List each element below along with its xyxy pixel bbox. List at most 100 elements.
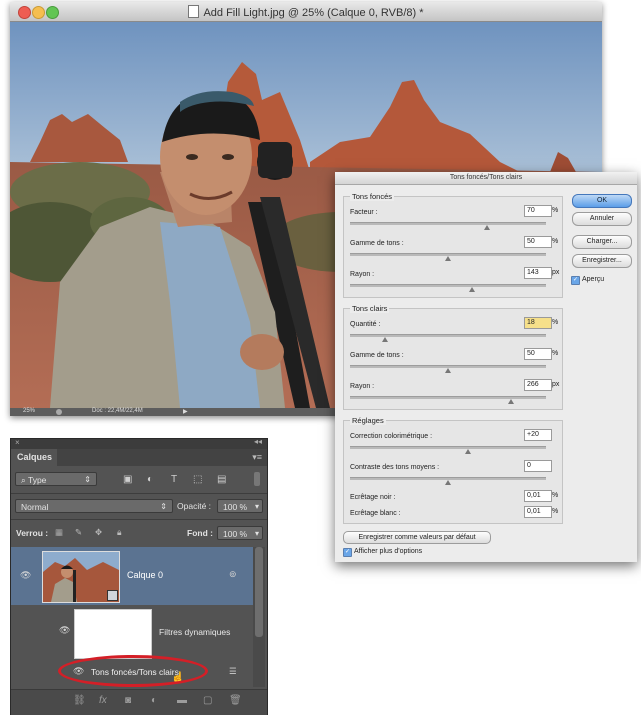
- preview-label: Aperçu: [582, 276, 605, 283]
- close-panel-icon[interactable]: ×: [15, 438, 20, 447]
- shadows-group: Tons foncés Facteur : 70 % Gamme de tons…: [343, 192, 563, 298]
- black-clip-label: Ecrêtage noir :: [350, 494, 396, 501]
- layers-scrollbar[interactable]: [253, 547, 265, 687]
- shadows-radius-slider[interactable]: [350, 284, 546, 287]
- layer-thumbnail: [42, 551, 120, 603]
- layer-style-fx-icon[interactable]: fx: [99, 695, 107, 706]
- type-layer-filter-icon[interactable]: T: [171, 474, 177, 485]
- highlights-radius-label: Rayon :: [350, 383, 375, 390]
- shadows-radius-field[interactable]: 143: [524, 267, 552, 279]
- chevron-down-icon[interactable]: ▾: [255, 527, 259, 541]
- annotation-oval: [58, 655, 208, 687]
- shadows-radius-slider-thumb[interactable]: [468, 287, 475, 292]
- new-group-folder-icon[interactable]: ▬: [177, 695, 187, 706]
- adjustments-group-title: Réglages: [350, 416, 386, 425]
- smart-filters-row[interactable]: 👁︎ Filtres dynamiques: [11, 605, 253, 661]
- zoom-readout[interactable]: 25%: [23, 408, 35, 414]
- cancel-button[interactable]: Annuler: [572, 212, 632, 226]
- black-clip-row: Ecrêtage noir : 0,01 %: [348, 488, 558, 504]
- smart-object-filter-icon[interactable]: ▤: [217, 474, 226, 485]
- highlights-radius-slider[interactable]: [350, 396, 546, 399]
- filter-toggle-switch[interactable]: [254, 472, 260, 486]
- adjustment-layer-filter-icon[interactable]: ◐: [147, 474, 153, 485]
- adjustment-layer-icon[interactable]: ◐: [151, 695, 157, 706]
- highlights-amount-slider[interactable]: [350, 334, 546, 337]
- blending-options-icon[interactable]: ☰: [229, 666, 237, 677]
- dialog-title: Tons foncés/Tons clairs: [335, 172, 637, 185]
- layer-row-calque-0[interactable]: 👁︎ Calque 0 ⊚: [11, 547, 253, 605]
- fill-field[interactable]: 100 % ▾: [217, 526, 263, 540]
- link-layers-icon[interactable]: ⛓: [73, 695, 86, 706]
- color-correction-slider[interactable]: [350, 446, 546, 449]
- new-layer-icon[interactable]: ▢: [203, 695, 212, 706]
- save-defaults-button[interactable]: Enregistrer comme valeurs par défaut: [343, 531, 491, 544]
- highlights-group-title: Tons clairs: [350, 304, 390, 313]
- save-button[interactable]: Enregistrer...: [572, 254, 632, 268]
- highlights-tonal-unit: %: [552, 350, 559, 357]
- highlights-amount-unit: %: [552, 319, 559, 326]
- layer-name[interactable]: Calque 0: [127, 570, 163, 580]
- color-correction-slider-thumb[interactable]: [464, 449, 471, 454]
- status-icon: [56, 409, 62, 415]
- lock-pixels-icon[interactable]: ✎: [75, 527, 82, 538]
- filter-kind-select[interactable]: ⌕ Type ⇕: [15, 472, 97, 486]
- opacity-field[interactable]: 100 % ▾: [217, 499, 263, 513]
- fill-value: 100 %: [223, 529, 248, 539]
- lock-all-icon[interactable]: 🔒︎: [117, 527, 122, 538]
- scrollbar-thumb[interactable]: [255, 547, 263, 637]
- shadows-tonal-field[interactable]: 50: [524, 236, 552, 248]
- smart-filter-mask-thumbnail[interactable]: [74, 609, 152, 659]
- midtone-contrast-field[interactable]: 0: [524, 460, 552, 472]
- add-mask-icon[interactable]: ◙: [125, 695, 131, 706]
- document-size-readout: Doc : 22,4M/22,4M: [92, 408, 143, 414]
- shadows-highlights-dialog: Tons foncés/Tons clairs Tons foncés Fact…: [335, 172, 637, 562]
- smart-filters-eye-icon[interactable]: 👁︎: [59, 625, 70, 636]
- more-options-checkbox[interactable]: ✓: [343, 548, 352, 557]
- chevron-updown-icon: ⇕: [160, 502, 167, 511]
- collapse-panel-icon[interactable]: ◂◂: [254, 437, 262, 446]
- adjustments-group: Réglages Correction colorimétrique : +20…: [343, 416, 563, 524]
- highlights-tonal-row: Gamme de tons : 50 %: [348, 346, 558, 374]
- shadows-amount-slider-thumb[interactable]: [484, 225, 491, 230]
- lock-position-icon[interactable]: ✥: [95, 527, 102, 538]
- highlights-tonal-field[interactable]: 50: [524, 348, 552, 360]
- pixel-layer-filter-icon[interactable]: ▣: [123, 474, 132, 485]
- highlights-amount-slider-thumb[interactable]: [382, 337, 389, 342]
- panel-header-strip[interactable]: × ◂◂: [11, 437, 267, 449]
- highlights-radius-slider-thumb[interactable]: [507, 399, 514, 404]
- status-menu-arrow-icon[interactable]: ▶: [183, 408, 188, 415]
- document-title-text: Add Fill Light.jpg @ 25% (Calque 0, RVB/…: [203, 7, 424, 19]
- lock-label: Verrou :: [16, 528, 49, 538]
- blend-mode-select[interactable]: Normal ⇕: [15, 499, 173, 513]
- midtone-contrast-slider-thumb[interactable]: [445, 480, 451, 485]
- shadows-tonal-slider-thumb[interactable]: [445, 256, 451, 261]
- load-button[interactable]: Charger...: [572, 235, 632, 249]
- lock-transparency-icon[interactable]: ▦: [55, 527, 63, 538]
- panel-menu-icon[interactable]: ▾≡: [252, 452, 262, 463]
- shape-layer-filter-icon[interactable]: ⬚: [193, 474, 202, 485]
- black-clip-unit: %: [552, 492, 559, 499]
- highlights-tonal-slider-thumb[interactable]: [445, 368, 451, 373]
- shadows-amount-field[interactable]: 70: [524, 205, 552, 217]
- ok-button[interactable]: OK: [572, 194, 632, 208]
- white-clip-label: Ecrêtage blanc :: [350, 510, 401, 517]
- visibility-eye-icon[interactable]: 👁︎: [20, 570, 31, 581]
- highlights-amount-label: Quantité :: [350, 321, 381, 328]
- shadows-group-title: Tons foncés: [350, 192, 395, 201]
- blend-mode-value: Normal: [21, 502, 49, 512]
- tab-layers[interactable]: Calques: [11, 449, 57, 466]
- smart-filter-indicator-icon[interactable]: ⊚: [229, 569, 237, 580]
- white-clip-field[interactable]: 0,01: [524, 506, 552, 518]
- preview-checkbox[interactable]: ✓: [571, 276, 580, 285]
- shadows-amount-slider[interactable]: [350, 222, 546, 225]
- shadows-radius-label: Rayon :: [350, 271, 375, 278]
- chevron-down-icon[interactable]: ▾: [255, 500, 259, 514]
- black-clip-field[interactable]: 0,01: [524, 490, 552, 502]
- trash-icon[interactable]: 🗑︎: [229, 695, 242, 706]
- highlights-amount-field[interactable]: 18: [524, 317, 552, 329]
- document-titlebar[interactable]: Add Fill Light.jpg @ 25% (Calque 0, RVB/…: [10, 2, 602, 22]
- white-clip-unit: %: [552, 508, 559, 515]
- color-correction-field[interactable]: +20: [524, 429, 552, 441]
- highlights-radius-field[interactable]: 266: [524, 379, 552, 391]
- smart-object-badge-icon: [107, 590, 118, 601]
